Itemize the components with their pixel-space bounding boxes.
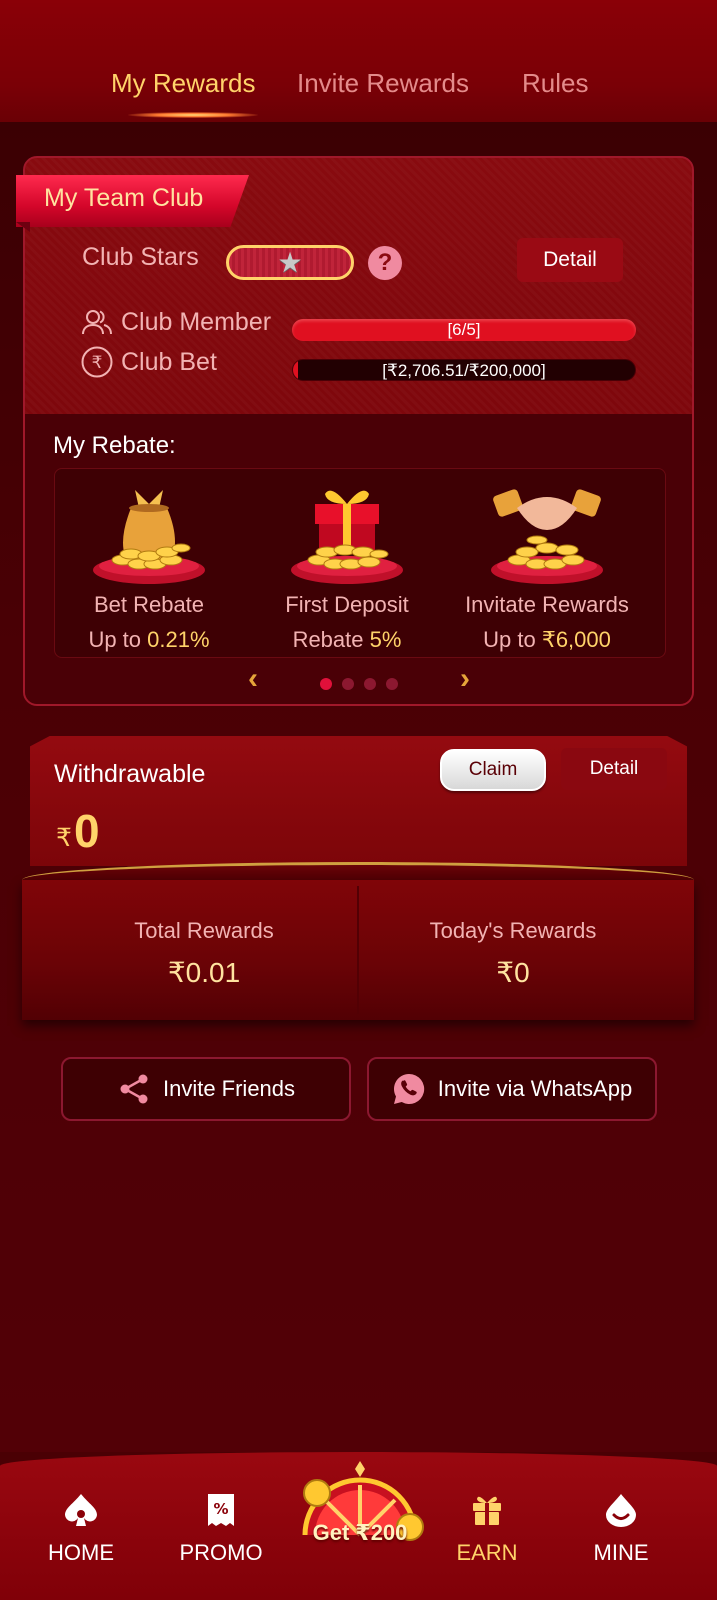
rebate-value: 0.21% [147, 627, 210, 652]
svg-text:₹: ₹ [92, 353, 103, 373]
rebate-value-line: Rebate 5% [252, 627, 442, 653]
withdrawable-amount: 0 [74, 805, 100, 857]
rupee-icon: ₹ [81, 346, 113, 378]
club-stars-rating: ★ [226, 245, 354, 280]
share-icon [117, 1072, 151, 1106]
profile-icon [601, 1490, 641, 1530]
rebate-title: My Rebate: [53, 432, 176, 459]
carousel-dot[interactable] [342, 678, 354, 690]
top-tab-bar [0, 0, 717, 122]
club-member-progress-text: [6/5] [447, 320, 481, 339]
club-member-progress: [6/5] [292, 319, 636, 341]
rebate-value-line: Up to 0.21% [54, 627, 244, 653]
money-bag-icon [89, 478, 209, 588]
users-icon [82, 307, 112, 337]
invite-whatsapp-label: Invite via WhatsApp [437, 1076, 633, 1101]
whatsapp-icon [392, 1072, 426, 1106]
nav-earn[interactable]: EARN [432, 1490, 542, 1566]
carousel-dot[interactable] [320, 678, 332, 690]
nav-promo[interactable]: % PROMO [166, 1490, 276, 1566]
rebate-item-bet[interactable]: Bet Rebate Up to 0.21% [54, 478, 244, 653]
rebate-item-first-deposit[interactable]: First Deposit Rebate 5% [252, 478, 442, 653]
help-icon[interactable]: ? [368, 246, 402, 280]
rebate-value: 5% [369, 627, 402, 652]
star-icon: ★ [277, 246, 303, 278]
carousel-dot[interactable] [386, 678, 398, 690]
total-rewards-value: ₹0.01 [167, 957, 241, 988]
spade-icon [61, 1490, 101, 1530]
nav-promo-label: PROMO [179, 1540, 263, 1565]
tab-my-rewards[interactable]: My Rewards [111, 68, 255, 99]
club-member-label: Club Member [121, 308, 272, 336]
rebate-name: Invitate Rewards [465, 592, 629, 617]
rebate-value-line: Up to ₹6,000 [452, 627, 642, 653]
todays-rewards-label: Today's Rewards [429, 918, 597, 943]
rebate-item-invite[interactable]: Invitate Rewards Up to ₹6,000 [452, 478, 642, 653]
rebate-prefix: Rebate [292, 627, 364, 652]
withdrawable-currency: ₹ [56, 824, 72, 852]
handshake-icon [487, 478, 607, 588]
club-bet-progress-text: [₹2,706.51/₹200,000] [382, 361, 546, 380]
svg-text:%: % [213, 1500, 228, 1518]
total-rewards-label: Total Rewards [134, 918, 274, 943]
rebate-prefix: Up to [483, 627, 536, 652]
rebate-value: ₹6,000 [541, 627, 611, 652]
claim-button[interactable]: Claim [440, 749, 546, 791]
rewards-divider [357, 886, 359, 1014]
club-bet-progress: [₹2,706.51/₹200,000] [292, 359, 636, 381]
carousel-prev-icon[interactable]: ‹ [240, 664, 266, 694]
carousel-next-icon[interactable]: › [452, 664, 478, 694]
nav-home[interactable]: HOME [26, 1490, 136, 1566]
invite-whatsapp-button[interactable]: Invite via WhatsApp [367, 1057, 657, 1121]
invite-friends-label: Invite Friends [162, 1076, 296, 1101]
club-bet-progress-fill [293, 360, 298, 380]
tab-rules[interactable]: Rules [522, 68, 588, 99]
withdraw-detail-button[interactable]: Detail [561, 748, 667, 790]
club-bet-label: Club Bet [121, 348, 217, 376]
rebate-prefix: Up to [88, 627, 142, 652]
wheel-reward-label: Get ₹200 [312, 1520, 408, 1545]
invite-friends-button[interactable]: Invite Friends [61, 1057, 351, 1121]
club-detail-button[interactable]: Detail [517, 238, 623, 282]
coupon-icon: % [201, 1490, 241, 1530]
tab-invite-rewards[interactable]: Invite Rewards [297, 68, 469, 99]
nav-earn-label: EARN [456, 1540, 518, 1565]
rebate-name: Bet Rebate [93, 592, 205, 617]
gift-box-icon [287, 478, 407, 588]
gift-icon [467, 1490, 507, 1530]
todays-rewards-value: ₹0 [496, 957, 530, 988]
nav-mine-label: MINE [593, 1540, 649, 1565]
nav-mine[interactable]: MINE [566, 1490, 676, 1566]
carousel-dot[interactable] [364, 678, 376, 690]
rebate-name: First Deposit [285, 592, 409, 617]
withdrawable-title: Withdrawable [54, 760, 206, 788]
active-tab-indicator [128, 112, 258, 118]
club-title: My Team Club [44, 184, 204, 212]
nav-home-label: HOME [48, 1540, 114, 1565]
club-stars-label: Club Stars [82, 243, 199, 271]
